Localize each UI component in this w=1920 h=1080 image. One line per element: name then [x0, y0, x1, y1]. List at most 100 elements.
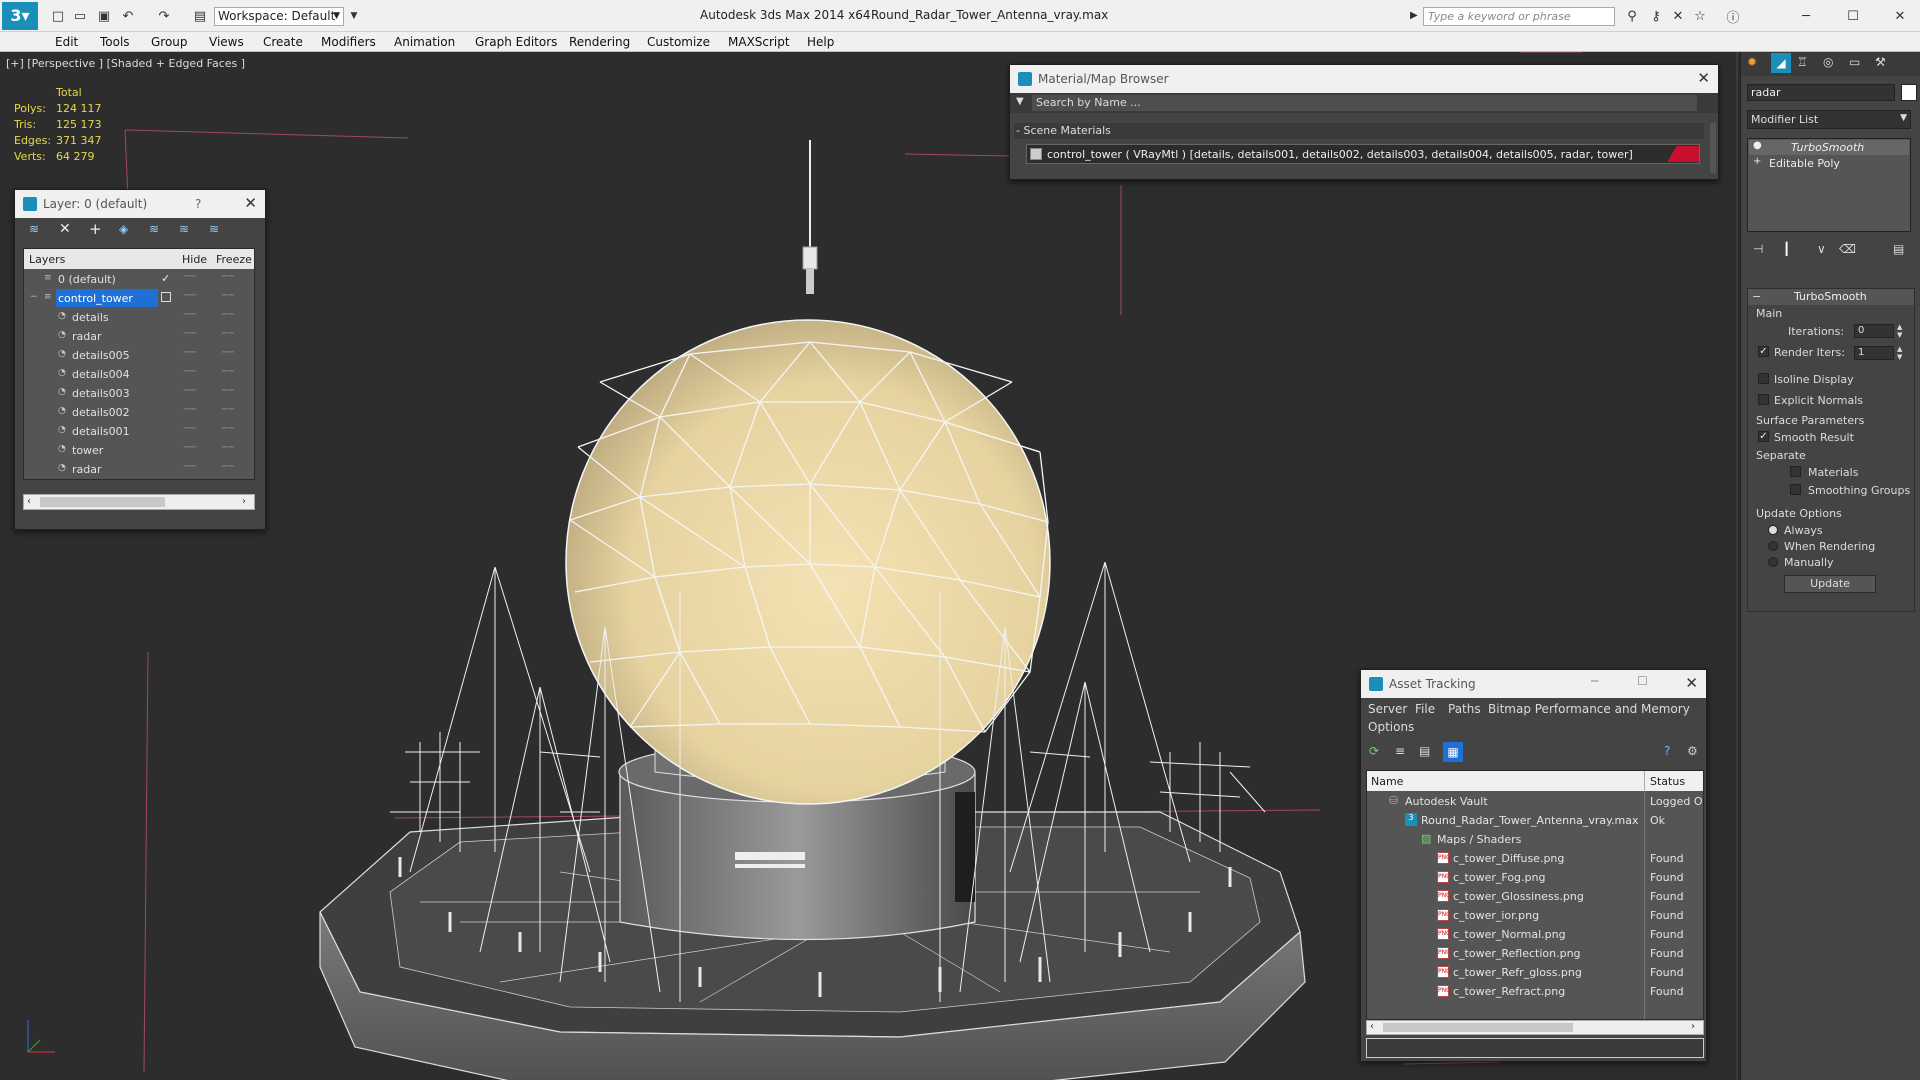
expand-icon[interactable]: +	[1753, 156, 1761, 167]
layer-row[interactable]: ◔ details001 ─ ─ ─ ─	[24, 422, 254, 441]
freeze-layers-icon[interactable]: ≋	[209, 222, 219, 236]
asset-row[interactable]: 3 Round_Radar_Tower_Antenna_vray.max Ok	[1367, 811, 1703, 830]
search-options-icon[interactable]: ▼	[1016, 96, 1024, 107]
render-iters-spinner[interactable]: 1	[1854, 346, 1894, 360]
modifier-stack-item-selected[interactable]: ● TurboSmooth	[1749, 140, 1909, 155]
minimize-icon[interactable]: ─	[1591, 674, 1598, 688]
column-name[interactable]: Name	[1371, 775, 1403, 788]
layer-row[interactable]: ◔ radar ─ ─ ─ ─	[24, 327, 254, 346]
list-view-icon[interactable]: ≡	[1395, 744, 1405, 758]
table-view-icon[interactable]: ▦	[1443, 742, 1463, 762]
asset-row[interactable]: PNG c_tower_Diffuse.png Found	[1367, 849, 1703, 868]
rollout-header[interactable]: − TurboSmooth	[1748, 289, 1914, 305]
redo-icon[interactable]: ↷	[154, 6, 174, 26]
iterations-spinner[interactable]: 0	[1854, 324, 1894, 338]
hide-toggle[interactable]: ─ ─	[184, 405, 196, 415]
column-freeze[interactable]: Freeze	[216, 253, 252, 266]
maximize-icon[interactable]: ☐	[1843, 6, 1863, 26]
close-icon[interactable]: ✕	[1890, 6, 1910, 26]
thumbnail-view-icon[interactable]: ▤	[1419, 744, 1430, 758]
workspace-dropdown-icon[interactable]: ▼	[344, 6, 364, 26]
menu-group[interactable]: Group	[151, 35, 188, 49]
current-layer-icon[interactable]	[161, 292, 171, 302]
materials-checkbox[interactable]	[1790, 466, 1801, 477]
scroll-right-icon[interactable]: ›	[1691, 1021, 1695, 1032]
settings-icon[interactable]: ⚙	[1687, 744, 1698, 758]
explicit-normals-checkbox[interactable]	[1758, 394, 1769, 405]
object-name-field[interactable]: radar	[1747, 84, 1895, 101]
always-radio[interactable]	[1768, 525, 1778, 535]
save-file-icon[interactable]: ▣	[94, 6, 114, 26]
close-icon[interactable]: ✕	[244, 194, 257, 212]
menu-graph-editors[interactable]: Graph Editors	[475, 35, 557, 49]
render-iters-checkbox[interactable]: ✓	[1758, 346, 1769, 357]
menu-edit[interactable]: Edit	[55, 35, 78, 49]
asset-tracking-header[interactable]: Asset Tracking ─ ☐ ✕	[1361, 670, 1706, 698]
menu-file[interactable]: File	[1415, 702, 1435, 716]
freeze-toggle[interactable]: ─ ─	[222, 367, 234, 377]
hierarchy-tab-icon[interactable]: ♖	[1797, 55, 1808, 69]
open-file-icon[interactable]: ▭	[70, 6, 90, 26]
modifier-list-dropdown[interactable]: Modifier List ▼	[1747, 110, 1911, 129]
menu-create[interactable]: Create	[263, 35, 303, 49]
freeze-toggle[interactable]: ─ ─	[222, 405, 234, 415]
smoothing-groups-checkbox[interactable]	[1790, 484, 1801, 495]
scroll-right-icon[interactable]: ›	[242, 496, 246, 507]
column-layers[interactable]: Layers	[29, 253, 65, 266]
hide-layers-icon[interactable]: ≋	[179, 222, 189, 236]
add-to-layer-icon[interactable]: ◈	[119, 222, 128, 236]
freeze-toggle[interactable]: ─ ─	[222, 272, 234, 282]
menu-paths[interactable]: Paths	[1448, 702, 1481, 716]
isoline-checkbox[interactable]	[1758, 373, 1769, 384]
layer-row[interactable]: ◔ details003 ─ ─ ─ ─	[24, 384, 254, 403]
create-tab-icon[interactable]: ✹	[1747, 55, 1757, 69]
spinner-arrows-icon[interactable]: ▲ ▼	[1897, 323, 1902, 339]
asset-row[interactable]: ▨ Maps / Shaders	[1367, 830, 1703, 849]
undo-icon[interactable]: ↶	[118, 6, 138, 26]
asset-row[interactable]: PNG c_tower_Normal.png Found	[1367, 925, 1703, 944]
freeze-toggle[interactable]: ─ ─	[222, 329, 234, 339]
add-layer-icon[interactable]: +	[89, 220, 102, 238]
pin-stack-icon[interactable]: ⊣	[1753, 242, 1763, 256]
menu-maxscript[interactable]: MAXScript	[728, 35, 790, 49]
modifier-stack-item[interactable]: + Editable Poly	[1749, 156, 1909, 171]
menu-customize[interactable]: Customize	[647, 35, 710, 49]
menu-server[interactable]: Server	[1368, 702, 1407, 716]
menu-bitmap-performance[interactable]: Bitmap Performance and Memory	[1488, 702, 1690, 716]
asset-row[interactable]: PNG c_tower_Reflection.png Found	[1367, 944, 1703, 963]
hide-toggle[interactable]: ─ ─	[184, 272, 196, 282]
layer-row[interactable]: ≡ 0 (default) ✓ ─ ─ ─ ─	[24, 270, 254, 289]
favorites-icon[interactable]: ☆	[1690, 6, 1710, 26]
menu-modifiers[interactable]: Modifiers	[321, 35, 376, 49]
close-icon[interactable]: ✕	[1685, 674, 1698, 692]
when-rendering-radio[interactable]	[1768, 541, 1778, 551]
select-objects-icon[interactable]: ≋	[149, 222, 159, 236]
hide-toggle[interactable]: ─ ─	[184, 424, 196, 434]
close-icon[interactable]: ✕	[1697, 69, 1710, 87]
layer-row[interactable]: ◔ tower ─ ─ ─ ─	[24, 441, 254, 460]
motion-tab-icon[interactable]: ◎	[1823, 55, 1833, 69]
hide-toggle[interactable]: ─ ─	[184, 386, 196, 396]
binoculars-icon[interactable]: ⚲	[1622, 6, 1642, 26]
utilities-tab-icon[interactable]: ⚒	[1875, 55, 1886, 69]
column-status[interactable]: Status	[1650, 775, 1685, 788]
layer-row[interactable]: ◔ radar ─ ─ ─ ─	[24, 460, 254, 479]
asset-row[interactable]: PNG c_tower_Refract.png Found	[1367, 982, 1703, 1001]
remove-modifier-icon[interactable]: ⌫	[1839, 242, 1856, 256]
smooth-result-checkbox[interactable]: ✓	[1758, 431, 1769, 442]
workspace-select[interactable]: Workspace: Default ▼	[214, 7, 344, 26]
freeze-toggle[interactable]: ─ ─	[222, 424, 234, 434]
asset-row[interactable]: ⛁ Autodesk Vault Logged O	[1367, 792, 1703, 811]
project-folder-icon[interactable]: ▤	[190, 6, 210, 26]
maximize-icon[interactable]: ☐	[1637, 674, 1648, 688]
modify-tab-icon[interactable]: ◢	[1771, 53, 1791, 73]
scroll-left-icon[interactable]: ‹	[27, 496, 31, 507]
freeze-toggle[interactable]: ─ ─	[222, 291, 234, 301]
material-entry[interactable]: control_tower ( VRayMtl ) [details, deta…	[1026, 144, 1700, 164]
layer-row[interactable]: ◔ details ─ ─ ─ ─	[24, 308, 254, 327]
menu-views[interactable]: Views	[209, 35, 244, 49]
spinner-arrows-icon[interactable]: ▲ ▼	[1897, 345, 1902, 361]
material-scrollbar[interactable]	[1710, 123, 1716, 173]
viewport-label[interactable]: [+] [Perspective ] [Shaded + Edged Faces…	[6, 57, 245, 70]
manually-radio[interactable]	[1768, 557, 1778, 567]
